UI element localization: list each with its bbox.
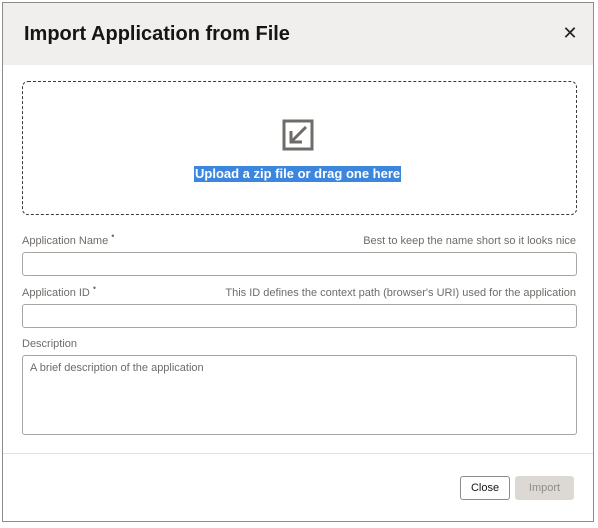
- close-button[interactable]: Close: [460, 476, 510, 500]
- file-dropzone[interactable]: Upload a zip file or drag one here: [22, 81, 577, 215]
- application-id-input[interactable]: [22, 304, 577, 328]
- application-id-label: Application ID •: [22, 283, 96, 299]
- required-indicator: •: [111, 231, 115, 241]
- application-name-hint: Best to keep the name short so it looks …: [363, 235, 576, 247]
- description-textarea[interactable]: [22, 355, 577, 435]
- application-name-label-text: Application Name: [22, 235, 109, 247]
- dropzone-label[interactable]: Upload a zip file or drag one here: [194, 166, 402, 182]
- description-label: Description: [22, 338, 78, 350]
- application-id-hint: This ID defines the context path (browse…: [225, 287, 576, 299]
- import-button[interactable]: Import: [515, 476, 574, 500]
- application-name-input[interactable]: [22, 252, 577, 276]
- import-arrow-icon: [282, 119, 314, 151]
- required-indicator: •: [92, 283, 97, 293]
- dialog-title: Import Application from File: [24, 23, 290, 45]
- import-application-dialog: Import Application from File ✕ Upload a …: [2, 2, 594, 522]
- application-name-label: Application Name •: [22, 231, 114, 247]
- footer-divider: [3, 453, 593, 454]
- dialog-header: Import Application from File ✕: [3, 3, 593, 65]
- application-id-label-text: Application ID: [22, 287, 90, 299]
- close-icon[interactable]: ✕: [560, 23, 580, 43]
